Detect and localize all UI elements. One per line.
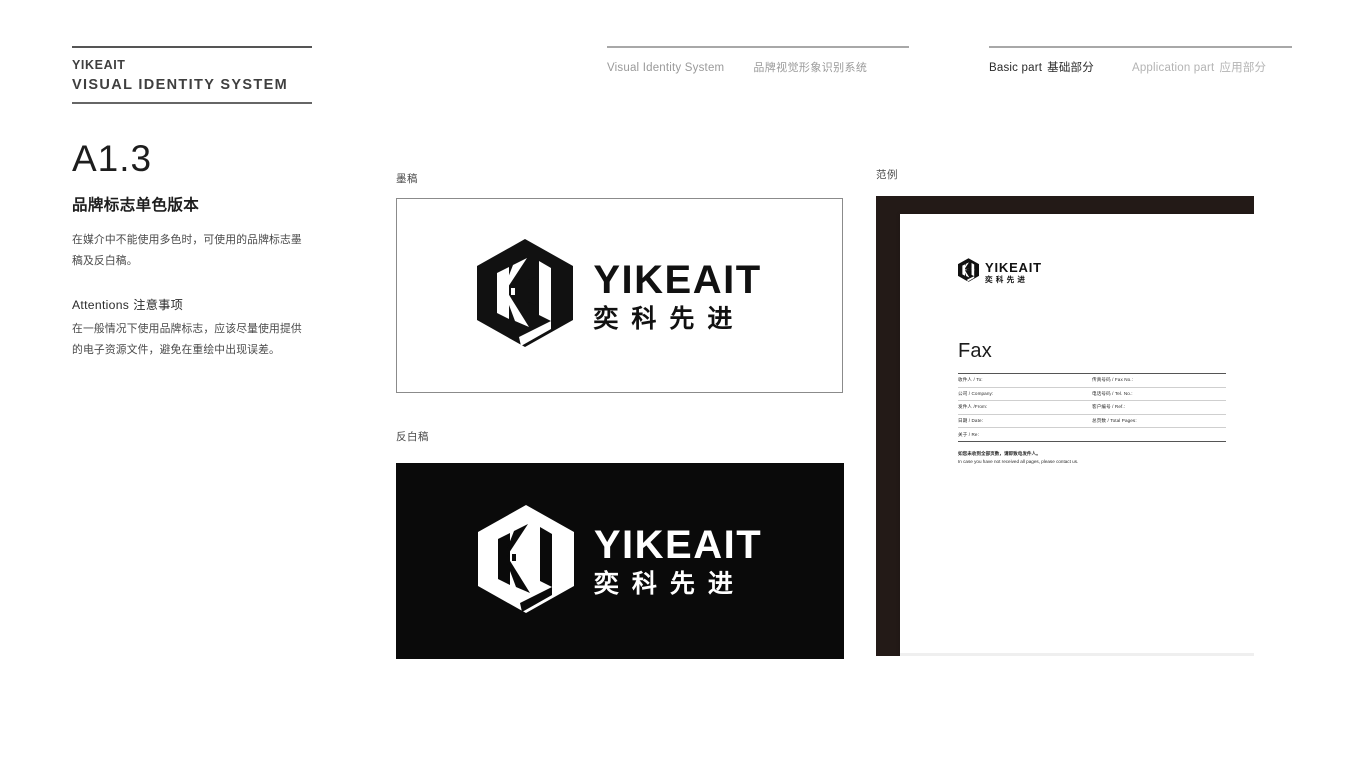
section-body-text: 在媒介中不能使用多色时，可使用的品牌标志墨稿及反白稿。 <box>72 233 302 267</box>
fax-logo-en: YIKEAIT <box>985 260 1042 276</box>
section-description-column: A1.3 品牌标志单色版本 在媒介中不能使用多色时，可使用的品牌标志墨稿及反白稿… <box>72 138 312 361</box>
logo-wordmark-en: YIKEAIT <box>593 257 762 302</box>
section-title: 品牌标志单色版本 <box>72 196 200 214</box>
table-row: 发件人 /From: 客户编号 / Ref.: <box>958 401 1226 415</box>
logo-lockup-ink: YIKEAIT 奕科先进 <box>477 239 761 352</box>
table-row: 收件人 / To: 传真号码 / Fax No.: <box>958 374 1226 388</box>
table-row: 日期 / Date: 总页数 / Total Pages: <box>958 415 1226 429</box>
ink-logo-panel: YIKEAIT 奕科先进 <box>396 198 843 393</box>
fax-sheet: YIKEAIT 奕科先进 Fax 收件人 / To: 传真号码 / Fax No… <box>900 214 1254 656</box>
attentions-heading-cn: 注意事项 <box>133 298 184 313</box>
fax-note-en: In case you have not received all pages,… <box>958 458 1079 464</box>
tab-application-part[interactable]: Application part 应用部分 <box>1132 59 1266 75</box>
tab-basic-part[interactable]: Basic part 基础部分 <box>989 59 1094 75</box>
fax-footer-note: 如您未收到全部页数，请即致电发件人。 In case you have not … <box>958 451 1226 466</box>
fax-field-company: 公司 / Company: <box>958 390 994 396</box>
fax-field-ref: 客户编号 / Ref.: <box>1092 404 1126 410</box>
table-row: 关于 / Re: <box>958 428 1226 442</box>
fax-field-from: 发件人 /From: <box>958 404 988 410</box>
tab-application-part-en: Application part <box>1131 61 1215 74</box>
attentions-heading: Attentions 注意事项 <box>72 295 312 313</box>
sample-label: 范例 <box>876 169 898 181</box>
sample-mockup: YIKEAIT 奕科先进 Fax 收件人 / To: 传真号码 / Fax No… <box>876 196 1254 656</box>
logo-wordmark-cn: 奕科先进 <box>593 570 746 598</box>
header-middle-block: Visual Identity System 品牌视觉形象识别系统 <box>607 46 909 75</box>
header-brand-block: YIKEAIT VISUAL IDENTITY SYSTEM <box>72 46 312 104</box>
tab-basic-part-cn: 基础部分 <box>1047 61 1094 74</box>
brand-subtitle: VISUAL IDENTITY SYSTEM <box>72 76 289 93</box>
fax-field-total-pages: 总页数 / Total Pages: <box>1092 418 1137 424</box>
ink-version-label: 墨稿 <box>396 173 418 185</box>
yikeait-hexagon-k-mark-icon <box>477 239 574 352</box>
logo-lockup-reverse: YIKEAIT 奕科先进 <box>477 504 762 618</box>
fax-logo-cn: 奕科先进 <box>985 275 1029 285</box>
attentions-heading-en: Attentions <box>72 298 130 313</box>
logo-wordmark-en: YIKEAIT <box>593 523 763 567</box>
tab-basic-part-en: Basic part <box>989 61 1043 74</box>
header-system-cn: 品牌视觉形象识别系统 <box>753 61 868 74</box>
logo-wordmark-cn: 奕科先进 <box>593 304 746 333</box>
header-system-en: Visual Identity System <box>607 61 725 74</box>
fax-logo-wordmark: YIKEAIT 奕科先进 <box>985 261 1042 284</box>
vi-guideline-page: YIKEAIT VISUAL IDENTITY SYSTEM Visual Id… <box>0 0 1366 768</box>
sample-baseline-rule <box>900 653 1254 656</box>
fax-field-to: 收件人 / To: <box>958 377 983 383</box>
table-row: 公司 / Company: 电话号码 / Tel. No.: <box>958 388 1226 402</box>
reverse-version-label: 反白稿 <box>396 431 429 443</box>
brand-rule-bottom <box>72 102 312 104</box>
attentions-body-text: 在一般情况下使用品牌标志，应该尽量使用提供的电子资源文件，避免在重绘中出现误差。 <box>72 323 302 356</box>
attentions-block: Attentions 注意事项 在一般情况下使用品牌标志，应该尽量使用提供的电子资… <box>72 295 312 360</box>
fax-field-tel-no: 电话号码 / Tel. No.: <box>1092 390 1133 396</box>
tab-application-part-cn: 应用部分 <box>1219 61 1267 74</box>
fax-field-re: 关于 / Re: <box>958 431 979 437</box>
logo-wordmark-ink: YIKEAIT 奕科先进 <box>593 260 761 332</box>
fax-field-date: 日期 / Date: <box>958 418 983 424</box>
fax-logo-lockup: YIKEAIT 奕科先进 <box>958 258 1226 287</box>
header-tabs-block: Basic part 基础部分 Application part 应用部分 <box>989 46 1292 75</box>
fax-field-fax-no: 传真号码 / Fax No.: <box>1092 377 1134 383</box>
logo-wordmark-reverse: YIKEAIT 奕科先进 <box>594 525 762 597</box>
fax-title: Fax <box>958 340 992 362</box>
section-number: A1.3 <box>72 138 153 179</box>
yikeait-hexagon-k-mark-icon <box>958 258 979 287</box>
reverse-logo-panel: YIKEAIT 奕科先进 <box>396 463 844 659</box>
fax-field-table: 收件人 / To: 传真号码 / Fax No.: 公司 / Company: … <box>958 373 1226 442</box>
brand-name: YIKEAIT <box>72 58 126 72</box>
fax-note-cn: 如您未收到全部页数，请即致电发件人。 <box>958 450 1041 456</box>
yikeait-hexagon-k-mark-icon <box>477 504 574 618</box>
